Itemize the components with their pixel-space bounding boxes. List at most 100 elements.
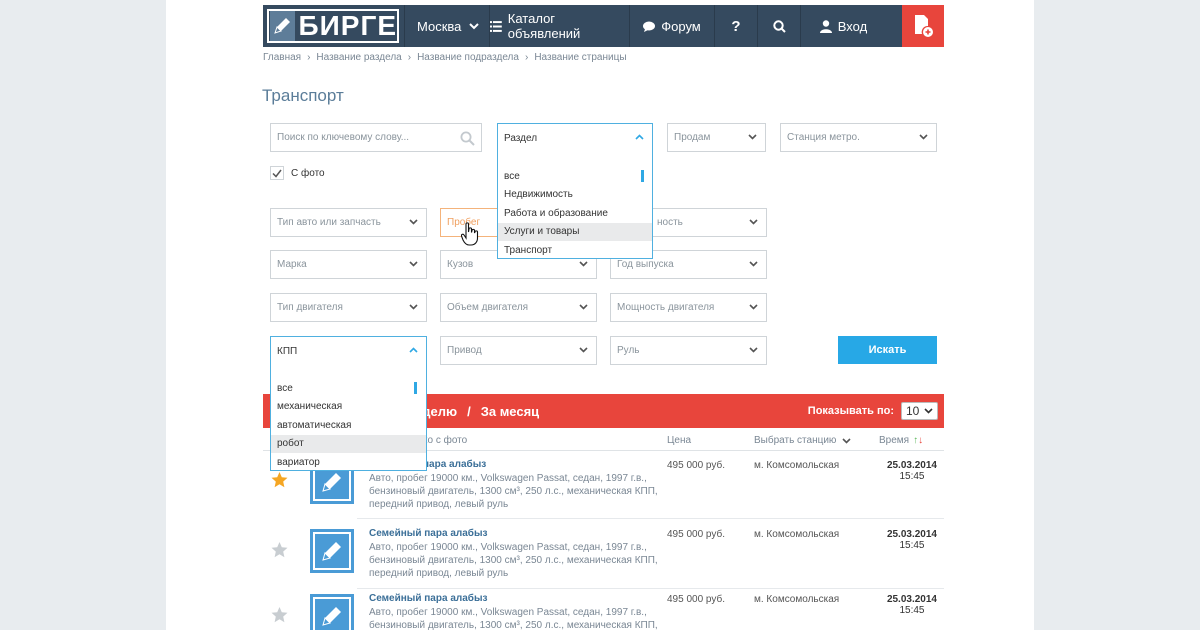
with-photo-label: С фото	[291, 167, 325, 179]
dropdown-scrollbar[interactable]	[641, 170, 644, 182]
col-price[interactable]: Цена	[667, 435, 691, 446]
city-label: Москва	[417, 18, 462, 34]
keyword-search-input[interactable]: Поиск по ключевому слову...	[270, 123, 482, 152]
listing-title[interactable]: пара алабыз	[423, 459, 486, 470]
with-photo-checkbox[interactable]: С фото	[270, 166, 325, 180]
engine-power-select[interactable]: Мощность двигателя	[610, 293, 767, 322]
nav-forum-label: Форум	[661, 18, 701, 34]
listing-metro: м. Комсомольская	[754, 460, 840, 471]
listing-date: 25.03.2014 15:45	[887, 460, 937, 482]
engine-volume-placeholder: Объем двигателя	[447, 302, 529, 313]
gearbox-dropdown-header[interactable]: КПП	[271, 337, 426, 365]
listing-thumbnail[interactable]	[310, 529, 354, 573]
section-option[interactable]: Недвижимость	[498, 186, 652, 205]
sort-arrows-icon[interactable]: ↑↓	[913, 435, 923, 446]
chevron-down-icon	[409, 261, 418, 267]
per-page-value: 10	[906, 404, 920, 418]
engine-volume-select[interactable]: Объем двигателя	[440, 293, 597, 322]
section-option[interactable]: Транспорт	[498, 241, 652, 260]
nav-catalog[interactable]: Каталог объявлений	[490, 5, 630, 47]
listing-date-time: 15:45	[899, 540, 925, 551]
list-icon	[490, 20, 502, 32]
login-label: Вход	[837, 18, 868, 34]
listing-metro: м. Комсомольская	[754, 529, 840, 540]
breadcrumb-item[interactable]: Название страницы	[534, 52, 626, 63]
header-search-button[interactable]	[758, 5, 801, 47]
add-listing-button[interactable]	[902, 5, 944, 47]
gearbox-option[interactable]: вариатор	[271, 453, 426, 472]
engine-type-placeholder: Тип двигателя	[277, 302, 343, 313]
chevron-down-icon	[409, 219, 418, 225]
section-dropdown-label: Раздел	[504, 132, 538, 144]
gearbox-option[interactable]: механическая	[271, 398, 426, 417]
listing-date: 25.03.2014 15:45	[887, 594, 937, 616]
favorite-star-icon[interactable]	[271, 542, 288, 558]
show-by-label: Показывать по:	[807, 405, 894, 417]
drive-select[interactable]: Привод	[440, 336, 597, 365]
deal-type-value: Продам	[674, 132, 711, 143]
breadcrumb-separator: ›	[307, 52, 311, 63]
pencil-icon	[322, 473, 341, 492]
metro-select[interactable]: Станция метро.	[780, 123, 937, 152]
breadcrumb-item[interactable]: Главная	[263, 52, 301, 63]
chevron-down-icon	[749, 304, 758, 310]
chevron-down-icon	[748, 134, 757, 140]
col-photo-only[interactable]: ко с фото	[423, 435, 467, 446]
checkmark-icon	[272, 169, 282, 178]
section-option[interactable]: Услуги и товары	[498, 222, 652, 241]
steering-select[interactable]: Руль	[610, 336, 767, 365]
gearbox-option[interactable]: все	[271, 379, 426, 398]
section-dropdown[interactable]: Раздел все Недвижимость Работа и образов…	[497, 123, 653, 259]
brand-select[interactable]: Марка	[270, 250, 427, 279]
chevron-down-icon	[924, 408, 933, 414]
help-button[interactable]: ?	[715, 5, 758, 47]
gearbox-dropdown[interactable]: КПП все механическая автоматическая робо…	[270, 336, 427, 471]
col-station-label: Выбрать станцию	[754, 435, 837, 446]
per-page-select[interactable]: 10	[901, 402, 938, 420]
gearbox-option[interactable]: автоматическая	[271, 416, 426, 435]
engine-type-select[interactable]: Тип двигателя	[270, 293, 427, 322]
breadcrumb-item[interactable]: Название раздела	[316, 52, 401, 63]
city-selector[interactable]: Москва	[405, 5, 490, 47]
car-type-placeholder: Тип авто или запчасть	[277, 217, 381, 228]
help-label: ?	[731, 17, 741, 35]
chevron-up-icon	[409, 347, 418, 353]
logo-pencil-icon	[270, 11, 295, 41]
breadcrumb-separator: ›	[407, 52, 412, 63]
checkbox-box[interactable]	[270, 166, 284, 180]
listing-thumbnail[interactable]	[310, 594, 354, 630]
car-type-select[interactable]: Тип авто или запчасть	[270, 208, 427, 237]
listing-date-day: 25.03.2014	[886, 460, 937, 471]
steering-placeholder: Руль	[617, 345, 640, 356]
login-button[interactable]: Вход	[801, 5, 886, 47]
favorite-star-icon[interactable]	[271, 472, 288, 488]
chevron-down-icon	[579, 261, 588, 267]
year-placeholder: Год выпуска	[617, 259, 674, 270]
col-station[interactable]: Выбрать станцию	[754, 435, 851, 446]
search-button[interactable]: Искать	[838, 336, 937, 364]
engine-power-placeholder: Мощность двигателя	[617, 302, 715, 313]
gearbox-option[interactable]: робот	[271, 434, 426, 453]
listing-title[interactable]: Семейный пара алабыз	[369, 593, 487, 604]
add-document-icon	[915, 15, 933, 37]
listing-description: Авто, пробег 19000 км., Volkswagen Passa…	[369, 607, 658, 630]
col-time[interactable]: Время ↑↓	[879, 435, 923, 446]
dropdown-scrollbar[interactable]	[414, 382, 417, 394]
logo[interactable]: БИРГЕ	[263, 5, 405, 47]
listing-description: Авто, пробег 19000 км., Volkswagen Passa…	[369, 542, 658, 579]
chevron-down-icon	[469, 22, 479, 29]
section-dropdown-header[interactable]: Раздел	[498, 124, 652, 152]
chat-bubble-icon	[643, 21, 656, 32]
period-separator: /	[467, 404, 471, 419]
period-month-tab[interactable]: За месяц	[481, 404, 539, 419]
keyword-search-placeholder: Поиск по ключевому слову...	[277, 132, 410, 143]
listing-title[interactable]: Семейный пара алабыз	[369, 528, 487, 539]
section-option[interactable]: Работа и образование	[498, 204, 652, 223]
section-option[interactable]: все	[498, 167, 652, 186]
listing-price: 495 000 руб.	[667, 460, 725, 471]
nav-forum[interactable]: Форум	[630, 5, 715, 47]
breadcrumb: Главная › Название раздела › Название по…	[263, 52, 627, 63]
breadcrumb-item[interactable]: Название подраздела	[417, 52, 519, 63]
deal-type-select[interactable]: Продам	[667, 123, 766, 152]
favorite-star-icon[interactable]	[271, 607, 288, 623]
